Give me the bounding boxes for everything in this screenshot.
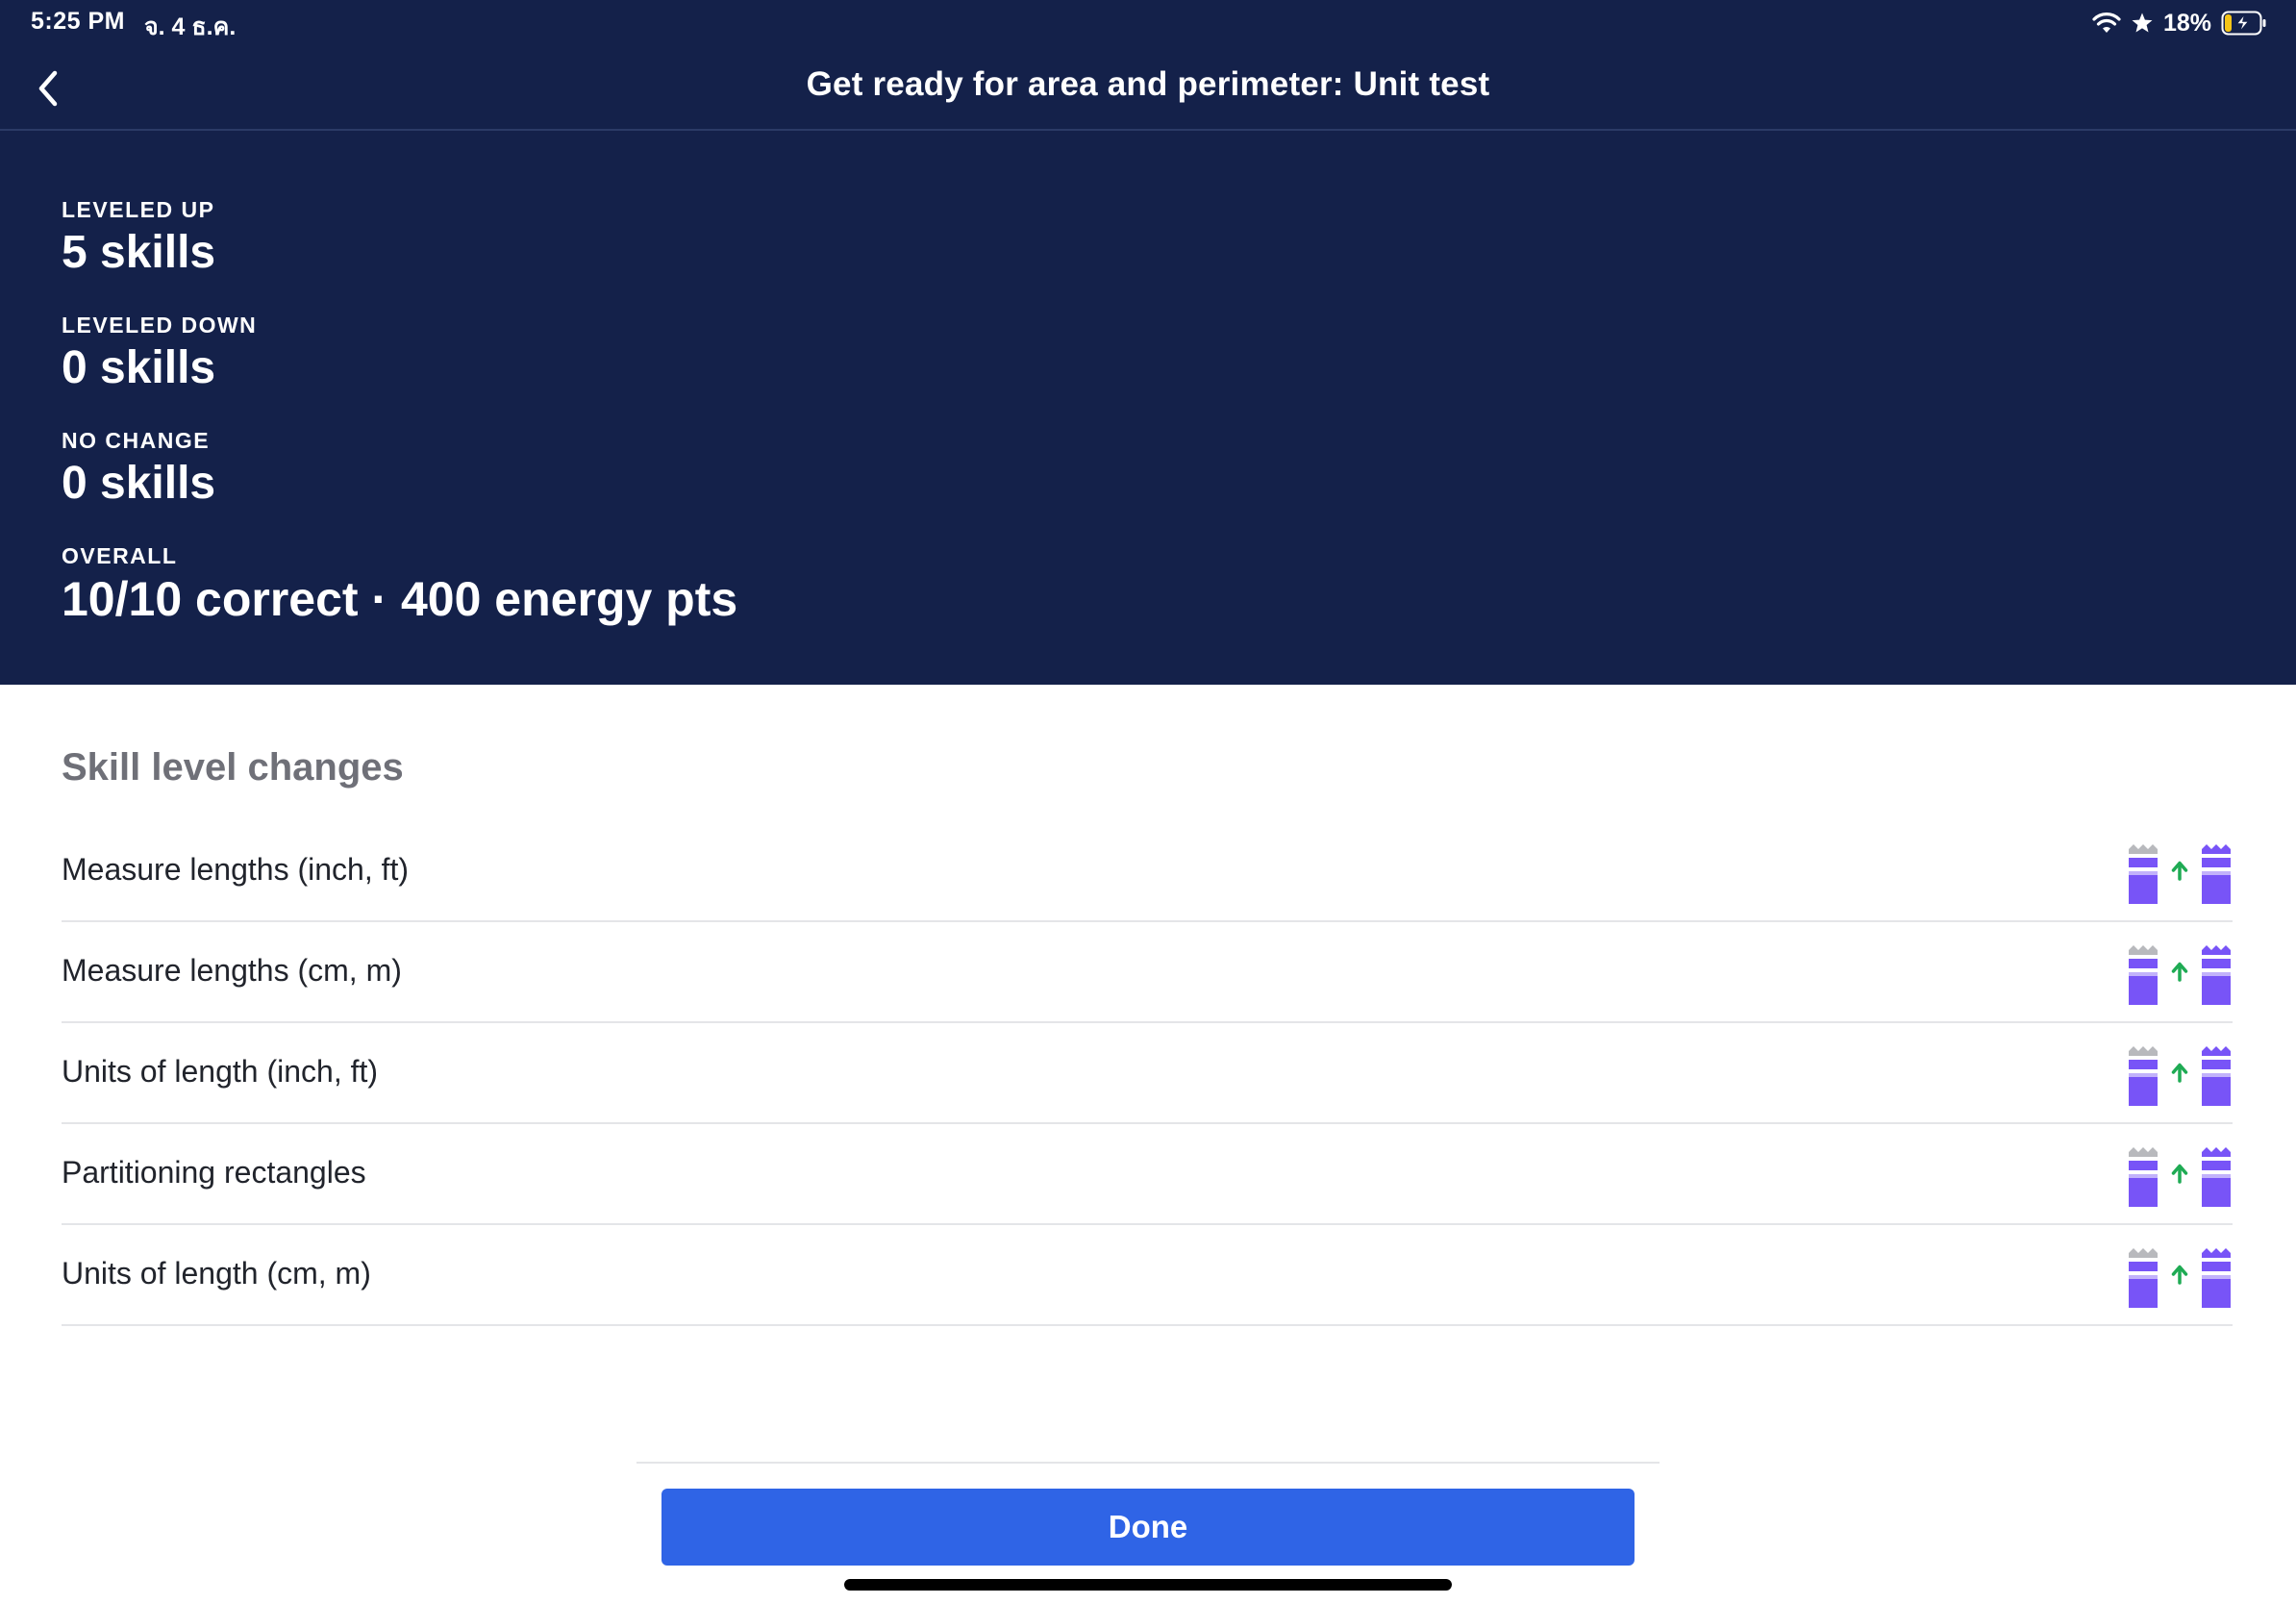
to-level-icon xyxy=(2202,1147,2231,1207)
arrow-up-icon xyxy=(2171,1164,2188,1184)
stat-value: 10/10 correct · 400 energy pts xyxy=(62,572,738,626)
skill-name: Units of length (cm, m) xyxy=(62,1256,371,1291)
arrow-up-icon xyxy=(2171,1063,2188,1083)
stat-label: LEVELED DOWN xyxy=(62,313,258,338)
page-title: Get ready for area and perimeter: Unit t… xyxy=(806,65,1490,103)
stat-value: 0 skills xyxy=(62,342,216,393)
from-level-icon xyxy=(2129,1248,2158,1308)
stat-leveled-up: LEVELED UP 5 skills xyxy=(62,196,215,281)
battery-charging-icon xyxy=(2221,11,2267,36)
stat-label: NO CHANGE xyxy=(62,428,211,453)
stat-label: OVERALL xyxy=(62,543,178,568)
mastery-level-up-icon xyxy=(2129,842,2231,906)
footer-divider xyxy=(636,1462,1660,1464)
mastery-level-up-icon xyxy=(2129,1044,2231,1108)
to-level-icon xyxy=(2202,1046,2231,1106)
from-level-icon xyxy=(2129,945,2158,1005)
to-level-icon xyxy=(2202,1248,2231,1308)
status-date: จ. 4 ธ.ค. xyxy=(144,13,237,40)
wifi-icon xyxy=(2092,12,2121,35)
list-item[interactable]: Units of length (cm, m) xyxy=(62,1225,2233,1326)
stat-overall: OVERALL 10/10 correct · 400 energy pts xyxy=(62,542,737,627)
skill-name: Units of length (inch, ft) xyxy=(62,1054,379,1089)
list-item[interactable]: Units of length (inch, ft) xyxy=(62,1023,2233,1124)
star-icon xyxy=(2131,12,2154,35)
arrow-up-icon xyxy=(2171,962,2188,982)
arrow-up-icon xyxy=(2171,861,2188,881)
battery-percent: 18% xyxy=(2162,9,2211,37)
stat-leveled-down: LEVELED DOWN 0 skills xyxy=(62,312,257,396)
from-level-icon xyxy=(2129,1046,2158,1106)
stat-value: 5 skills xyxy=(62,227,216,278)
arrow-up-icon xyxy=(2171,1265,2188,1285)
to-level-icon xyxy=(2202,844,2231,904)
stat-value: 0 skills xyxy=(62,458,216,509)
status-bar: 5:25 PM จ. 4 ธ.ค. 18% xyxy=(0,0,2296,46)
mastery-level-up-icon xyxy=(2129,1145,2231,1209)
skill-list: Measure lengths (inch, ft) Measure lengt… xyxy=(62,821,2233,1326)
list-item[interactable]: Partitioning rectangles xyxy=(62,1124,2233,1225)
to-level-icon xyxy=(2202,945,2231,1005)
list-item[interactable]: Measure lengths (cm, m) xyxy=(62,922,2233,1023)
list-item[interactable]: Measure lengths (inch, ft) xyxy=(62,821,2233,922)
skill-name: Partitioning rectangles xyxy=(62,1155,366,1190)
home-indicator[interactable] xyxy=(844,1579,1452,1591)
summary-header: 5:25 PM จ. 4 ธ.ค. 18% Get ready for area… xyxy=(0,0,2296,685)
skill-name: Measure lengths (inch, ft) xyxy=(62,852,410,887)
mastery-level-up-icon xyxy=(2129,1246,2231,1310)
from-level-icon xyxy=(2129,844,2158,904)
status-indicators: 18% xyxy=(2092,6,2267,40)
mastery-level-up-icon xyxy=(2129,943,2231,1007)
skill-name: Measure lengths (cm, m) xyxy=(62,953,402,988)
from-level-icon xyxy=(2129,1147,2158,1207)
navigation-bar: Get ready for area and perimeter: Unit t… xyxy=(0,46,2296,131)
stat-no-change: NO CHANGE 0 skills xyxy=(62,427,215,512)
section-title: Skill level changes xyxy=(62,746,404,789)
done-button[interactable]: Done xyxy=(661,1489,1635,1566)
status-time: 5:25 PM xyxy=(31,8,125,35)
stat-label: LEVELED UP xyxy=(62,197,215,222)
